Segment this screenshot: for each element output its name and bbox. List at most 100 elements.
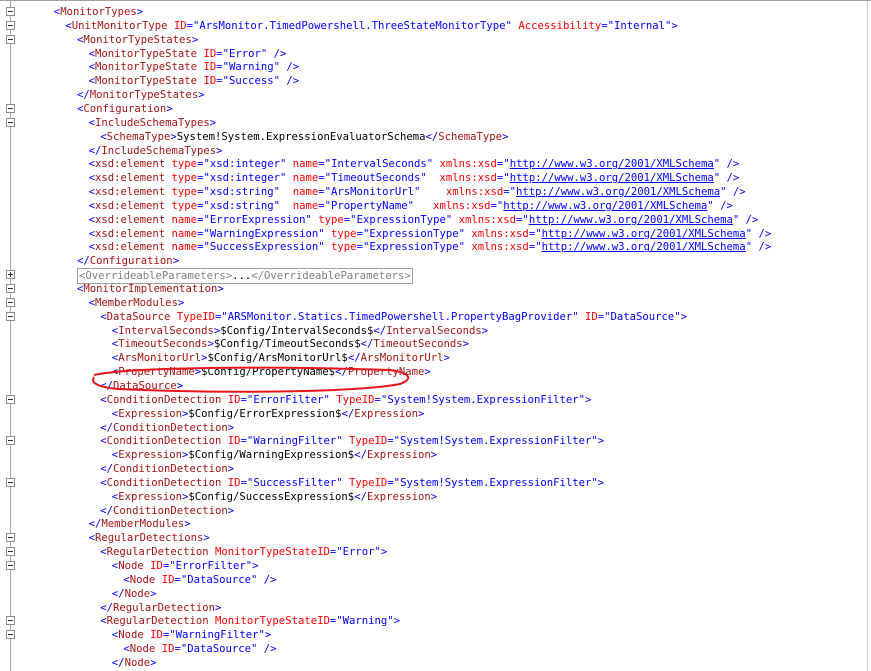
code-token: xsd:element xyxy=(94,241,166,254)
schema-link[interactable]: http://www.w3.org/2001/XMLSchema xyxy=(542,228,746,240)
code-token: RegularDetections xyxy=(94,532,204,545)
code-token: > xyxy=(430,490,438,503)
code-token: =" xyxy=(356,241,370,254)
code-token: ExpressionType xyxy=(369,241,459,254)
code-text: <ConditionDetection ID="SuccessFilter" T… xyxy=(100,476,604,490)
code-token: WarningFilter xyxy=(253,435,337,448)
code-token: ArsMonitorUrl xyxy=(331,186,414,199)
collapse-toggle-icon[interactable] xyxy=(6,284,15,293)
code-text: <UnitMonitorType ID="ArsMonitor.TimedPow… xyxy=(65,19,677,33)
code-token: RegularDetection xyxy=(106,546,209,559)
code-text: <MonitorTypeStates> xyxy=(77,33,198,47)
code-token: name xyxy=(171,227,198,240)
schema-link[interactable]: http://www.w3.org/2001/XMLSchema xyxy=(510,172,714,184)
collapse-toggle-icon[interactable] xyxy=(6,477,15,487)
code-line: <Expression>$Config/SuccessExpression$</… xyxy=(0,490,860,504)
collapse-toggle-icon[interactable] xyxy=(6,20,15,30)
code-token: </ xyxy=(88,144,102,157)
code-line: <Expression>$Config/WarningExpression$</… xyxy=(0,448,860,462)
collapse-toggle-icon[interactable] xyxy=(6,34,15,44)
code-token: SuccessExpression xyxy=(209,241,319,254)
code-token: > xyxy=(443,352,450,365)
code-token: ExpressionType xyxy=(356,213,446,226)
code-token: name xyxy=(292,158,319,171)
code-text: </ConditionDetection> xyxy=(100,421,234,435)
code-token: $Config/SuccessExpression$ xyxy=(188,490,355,503)
schema-link[interactable]: http://www.w3.org/2001/XMLSchema xyxy=(510,158,714,170)
code-token: " /> xyxy=(273,75,300,88)
collapse-toggle-icon[interactable] xyxy=(6,561,15,570)
code-token: name xyxy=(171,213,198,226)
code-token: xsd:element xyxy=(94,227,166,240)
xml-editor[interactable]: <MonitorTypes> <UnitMonitorType ID="ArsMo… xyxy=(0,0,871,671)
code-token: OverrideableParameters xyxy=(264,270,405,283)
collapse-toggle-icon[interactable] xyxy=(6,547,15,557)
code-line: <ConditionDetection ID="WarningFilter" T… xyxy=(0,434,860,448)
code-text: <Node ID="WarningFilter"> xyxy=(112,628,272,642)
code-text: <ArsMonitorUrl>$Config/ArsMonitorUrl$</A… xyxy=(112,351,450,365)
schema-link[interactable]: http://www.w3.org/2001/XMLSchema xyxy=(542,241,746,253)
code-token: $Config/ArsMonitorUrl$ xyxy=(207,352,348,365)
code-token: MonitorTypeState xyxy=(94,75,198,88)
collapse-toggle-icon[interactable] xyxy=(6,117,15,127)
code-line: <MonitorTypeStates> xyxy=(0,33,860,47)
code-token: ARSMonitor.Statics.TimedPowershell.Prope… xyxy=(227,310,573,323)
schema-link[interactable]: http://www.w3.org/2001/XMLSchema xyxy=(503,200,707,212)
code-token: " /> xyxy=(732,213,759,226)
code-token: > xyxy=(216,144,223,157)
schema-link[interactable]: http://www.w3.org/2001/XMLSchema xyxy=(516,186,720,198)
code-token: TypeID xyxy=(349,476,388,489)
code-token: > xyxy=(150,656,157,669)
code-text: <xsd:element name="SuccessExpression" ty… xyxy=(89,240,772,254)
code-line: <MonitorTypeState ID="Error" /> xyxy=(0,47,860,61)
code-token: xsd:string xyxy=(209,199,274,212)
code-line: <UnitMonitorType ID="ArsMonitor.TimedPow… xyxy=(0,19,860,33)
code-line: <Node ID="WarningFilter"> xyxy=(0,628,860,642)
code-token: =" xyxy=(318,186,332,199)
collapse-toggle-icon[interactable] xyxy=(6,616,15,626)
code-token: > xyxy=(191,33,199,46)
code-token: Expression xyxy=(118,449,182,462)
code-token: > xyxy=(184,518,191,531)
code-token: DataSource xyxy=(187,573,251,586)
code-line: <MonitorTypeState ID="Success" /> xyxy=(0,74,860,88)
code-token: =" xyxy=(216,47,229,60)
code-token: WarningFilter xyxy=(175,629,259,642)
code-text: </Node> xyxy=(112,656,157,670)
collapse-toggle-icon[interactable] xyxy=(6,103,15,113)
collapse-toggle-icon[interactable] xyxy=(6,533,15,543)
collapse-toggle-icon[interactable] xyxy=(6,7,15,16)
code-token: type xyxy=(331,227,357,240)
code-token: " /> xyxy=(713,158,740,171)
code-token: > xyxy=(215,601,222,614)
code-token: TimeoutSeconds xyxy=(118,338,208,351)
code-token: MonitorTypeStateID xyxy=(215,615,330,628)
code-token: "> xyxy=(591,435,605,448)
code-token: > xyxy=(502,130,509,143)
code-token: UnitMonitorType xyxy=(71,19,168,32)
code-text: <IntervalSeconds>$Config/IntervalSeconds… xyxy=(112,324,488,338)
code-token: =" xyxy=(162,560,176,572)
code-token: " /> xyxy=(720,186,746,199)
schema-link[interactable]: http://www.w3.org/2001/XMLSchema xyxy=(529,214,733,226)
code-token: </ xyxy=(354,490,367,503)
code-token: > xyxy=(227,504,235,517)
code-token: ID xyxy=(150,629,163,642)
code-token: xmlns:xsd xyxy=(445,186,504,199)
code-line: <OverrideableParameters>...</Overrideabl… xyxy=(0,268,860,285)
code-token: Node xyxy=(118,560,144,572)
code-token: > xyxy=(136,6,144,18)
code-token: $Config/TimeoutSeconds$ xyxy=(213,338,361,351)
collapse-toggle-icon[interactable] xyxy=(6,394,15,404)
code-token: ID xyxy=(161,573,175,586)
collapse-toggle-icon[interactable] xyxy=(6,311,15,321)
collapse-toggle-icon[interactable] xyxy=(6,297,15,307)
collapse-toggle-icon[interactable] xyxy=(6,436,15,446)
collapse-toggle-icon[interactable] xyxy=(6,630,15,640)
code-token: =" xyxy=(240,435,254,448)
expand-toggle-icon[interactable] xyxy=(6,270,15,280)
code-token: ArsMonitor.TimedPowershell.ThreeStateMon… xyxy=(199,19,506,32)
code-token: xsd:element xyxy=(94,186,166,199)
code-token: ID xyxy=(227,435,241,448)
